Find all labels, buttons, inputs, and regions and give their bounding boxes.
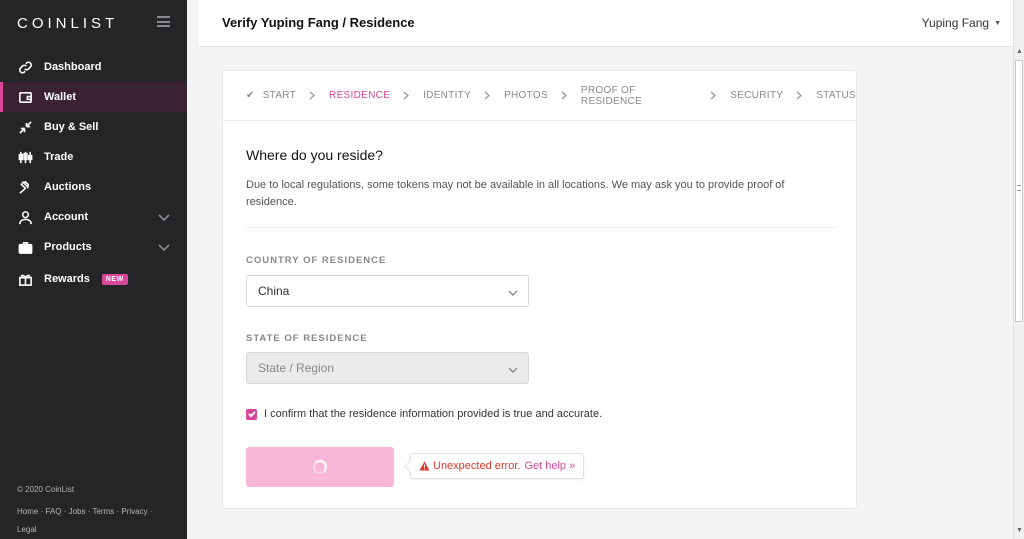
step-photos[interactable]: PHOTOS — [504, 90, 548, 101]
footer-link-legal[interactable]: Legal — [17, 525, 37, 534]
step-start[interactable]: ✔ START — [246, 90, 296, 101]
gift-icon — [17, 271, 33, 287]
footer-links: Home · FAQ · Jobs · Terms · Privacy · Le… — [17, 507, 153, 534]
submit-button[interactable] — [246, 447, 394, 487]
footer-link-jobs[interactable]: Jobs — [69, 507, 86, 516]
sidebar: COINLIST Dashboard Wallet Buy & Sell Tra… — [0, 0, 187, 539]
caret-down-icon: ▼ — [994, 20, 1001, 27]
country-label: COUNTRY OF RESIDENCE — [246, 255, 387, 266]
user-name: Yuping Fang — [921, 16, 990, 30]
chevron-down-icon — [508, 287, 518, 297]
chevron-right-icon — [484, 91, 491, 100]
sidebar-item-wallet[interactable]: Wallet — [0, 82, 187, 112]
step-residence[interactable]: RESIDENCE — [329, 90, 390, 101]
footer-link-privacy[interactable]: Privacy — [121, 507, 147, 516]
warning-icon — [419, 461, 430, 471]
state-select[interactable]: State / Region — [246, 352, 529, 384]
user-menu[interactable]: Yuping Fang ▼ — [922, 16, 1001, 30]
step-proof-of-residence[interactable]: PROOF OF RESIDENCE — [581, 85, 697, 107]
chevron-right-icon — [796, 91, 803, 100]
sidebar-item-label: Trade — [44, 151, 74, 163]
step-status[interactable]: STATUS — [816, 90, 856, 101]
error-message: Unexpected error. — [433, 460, 521, 472]
scroll-thumb[interactable] — [1015, 60, 1023, 322]
sidebar-item-account[interactable]: Account — [0, 202, 187, 232]
sidebar-item-label: Auctions — [44, 181, 92, 193]
confirm-text[interactable]: I confirm that the residence information… — [264, 408, 602, 420]
sidebar-item-label: Account — [44, 211, 88, 223]
sidebar-item-dashboard[interactable]: Dashboard — [0, 52, 187, 82]
step-security[interactable]: SECURITY — [730, 90, 783, 101]
get-help-link[interactable]: Get help » — [524, 460, 575, 472]
sidebar-item-auctions[interactable]: Auctions — [0, 172, 187, 202]
error-tooltip: Unexpected error. Get help » — [410, 453, 585, 479]
sidebar-item-rewards[interactable]: Rewards NEW — [0, 262, 187, 296]
footer-link-terms[interactable]: Terms — [92, 507, 114, 516]
hamburger-menu-icon[interactable] — [157, 16, 170, 27]
chevron-down-icon — [508, 364, 518, 374]
sidebar-nav: Dashboard Wallet Buy & Sell Trade Auctio… — [0, 52, 187, 296]
confirm-row: I confirm that the residence information… — [246, 408, 602, 420]
state-label: STATE OF RESIDENCE — [246, 333, 368, 344]
sidebar-item-label: Products — [44, 241, 92, 253]
state-placeholder: State / Region — [258, 361, 335, 375]
wallet-icon — [17, 89, 33, 105]
scrollbar[interactable]: ▲ ▼ — [1013, 0, 1024, 539]
scroll-down-arrow-icon[interactable]: ▼ — [1016, 527, 1023, 534]
step-identity[interactable]: IDENTITY — [423, 90, 471, 101]
arrows-icon — [17, 119, 33, 135]
chevron-right-icon — [309, 91, 316, 100]
question-description: Due to local regulations, some tokens ma… — [246, 179, 785, 208]
question-title: Where do you reside? — [246, 147, 383, 163]
chevron-right-icon — [403, 91, 410, 100]
page-title: Verify Yuping Fang / Residence — [222, 15, 415, 30]
confirm-checkbox[interactable] — [246, 408, 257, 420]
footer-copyright: © 2020 CoinList — [17, 485, 75, 494]
chevron-down-icon[interactable] — [158, 211, 170, 223]
gavel-icon — [17, 179, 33, 195]
footer-link-faq[interactable]: FAQ — [45, 507, 61, 516]
check-icon: ✔ — [246, 90, 255, 101]
sidebar-item-products[interactable]: Products — [0, 232, 187, 262]
candlestick-icon — [17, 149, 33, 165]
sidebar-item-label: Rewards — [44, 273, 90, 285]
progress-steps: ✔ START RESIDENCE IDENTITY PHOTOS PROOF O… — [223, 71, 856, 121]
sidebar-item-label: Wallet — [44, 91, 76, 103]
sidebar-item-label: Dashboard — [44, 61, 102, 73]
chevron-right-icon — [561, 91, 568, 100]
loading-spinner-icon — [313, 460, 327, 474]
country-select[interactable]: China — [246, 275, 529, 307]
scroll-up-arrow-icon[interactable]: ▲ — [1016, 48, 1023, 55]
sidebar-item-buy-sell[interactable]: Buy & Sell — [0, 112, 187, 142]
briefcase-icon — [17, 239, 33, 255]
sidebar-item-trade[interactable]: Trade — [0, 142, 187, 172]
user-icon — [17, 209, 33, 225]
divider — [246, 227, 836, 228]
link-icon — [17, 59, 33, 75]
country-value: China — [258, 284, 290, 298]
new-badge: NEW — [101, 273, 128, 285]
footer-link-home[interactable]: Home — [17, 507, 38, 516]
scroll-grip-icon — [1017, 185, 1021, 191]
top-header: Verify Yuping Fang / Residence Yuping Fa… — [199, 0, 1013, 47]
sidebar-item-label: Buy & Sell — [44, 121, 99, 133]
chevron-down-icon[interactable] — [158, 241, 170, 253]
chevron-right-icon — [710, 91, 717, 100]
verification-card: ✔ START RESIDENCE IDENTITY PHOTOS PROOF O… — [222, 70, 857, 509]
brand-logo[interactable]: COINLIST — [17, 15, 118, 32]
